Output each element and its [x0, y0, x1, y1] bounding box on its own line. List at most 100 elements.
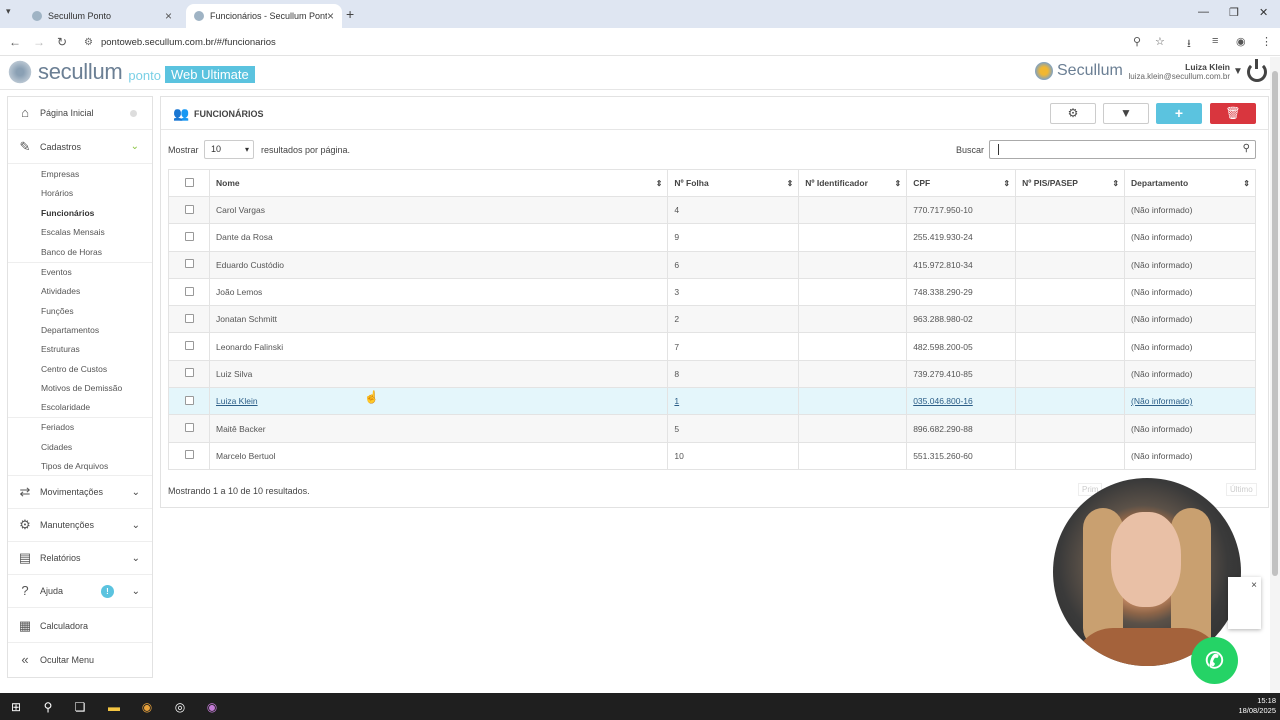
submenu-item-funcoes[interactable]: Funções [41, 306, 74, 316]
browser-tab-secullum-ponto[interactable]: Secullum Ponto × [24, 4, 180, 28]
cell-cpf[interactable]: 035.046.800-16 [906, 387, 1017, 416]
table-row[interactable]: Carol Vargas 4 770.717.950-10 (Não informad… [168, 195, 1256, 225]
cell-nome[interactable]: Luiz Silva [208, 359, 669, 389]
cell-ident[interactable] [798, 305, 908, 334]
new-tab-icon[interactable]: + [346, 6, 354, 22]
cell-ident[interactable] [798, 195, 908, 225]
download-icon[interactable]: ⭳ [1187, 35, 1191, 54]
chrome-icon[interactable]: ◉ [137, 697, 157, 717]
cell-folha[interactable]: 7 [667, 332, 800, 361]
cell-nome[interactable]: Marcelo Bertuol [208, 441, 669, 470]
submenu-item-funcionarios[interactable]: Funcionários [41, 208, 94, 218]
row-checkbox[interactable] [185, 368, 194, 378]
tab-search-icon[interactable]: ▾ [6, 6, 11, 17]
row-checkbox[interactable] [185, 450, 194, 460]
app-logo[interactable]: secullum ponto Web Ultimate [7, 59, 255, 85]
back-icon[interactable]: ← [9, 35, 21, 49]
profile-icon[interactable]: ◉ [1236, 35, 1246, 48]
cell-pis[interactable] [1015, 195, 1126, 225]
table-row[interactable]: Luiz Silva 8 739.279.410-85 (Não informado) [168, 359, 1256, 389]
table-row[interactable]: João Lemos 3 748.338.290-29 (Não informado) [168, 277, 1256, 307]
cell-pis[interactable] [1015, 359, 1126, 389]
row-checkbox[interactable] [185, 286, 194, 296]
column-header-folha[interactable]: Nº Folha ⇕ [667, 169, 800, 197]
search-icon[interactable]: ⚲ [1243, 143, 1250, 154]
cell-ident[interactable] [798, 250, 908, 279]
cell-nome[interactable]: Eduardo Custódio [208, 250, 669, 279]
cell-ident[interactable] [798, 332, 908, 361]
page-size-select[interactable]: 10 ▾ [204, 140, 254, 159]
column-header-nome[interactable]: Nome ⇕ [208, 169, 669, 197]
file-explorer-icon[interactable]: ▬ [104, 697, 124, 717]
cell-nome[interactable]: Dante da Rosa [208, 223, 669, 252]
cell-dep[interactable]: (Não informado) [1124, 305, 1256, 334]
tab-close-icon[interactable]: × [327, 9, 334, 23]
cell-cpf[interactable]: 748.338.290-29 [906, 277, 1017, 307]
cell-folha[interactable]: 6 [667, 250, 800, 279]
filter-button[interactable]: ▼ [1103, 103, 1149, 124]
submenu-item-horarios[interactable]: Horários [41, 188, 73, 198]
sidebar-item-calculadora[interactable]: ▦ Calculadora [8, 610, 152, 643]
cell-folha[interactable]: 8 [667, 359, 800, 389]
cell-cpf[interactable]: 255.419.930-24 [906, 223, 1017, 252]
location-icon[interactable]: ⚲ [1133, 35, 1141, 48]
cell-dep[interactable]: (Não informado) [1124, 441, 1256, 470]
page-scrollbar[interactable] [1270, 57, 1280, 693]
cell-dep[interactable]: (Não informado) [1124, 387, 1256, 416]
cell-folha[interactable]: 4 [667, 195, 800, 225]
column-header-cpf[interactable]: CPF ⇕ [906, 169, 1017, 197]
cell-pis[interactable] [1015, 305, 1126, 334]
row-checkbox[interactable] [185, 341, 194, 351]
cell-folha[interactable]: 2 [667, 305, 800, 334]
windows-start-icon[interactable]: ⊞ [6, 697, 26, 717]
cell-pis[interactable] [1015, 277, 1126, 307]
submenu-item-departamentos[interactable]: Departamentos [41, 325, 99, 335]
submenu-item-eventos[interactable]: Eventos [41, 267, 72, 277]
cell-ident[interactable] [798, 387, 908, 416]
cell-ident[interactable] [798, 223, 908, 252]
cell-dep[interactable]: (Não informado) [1124, 250, 1256, 279]
sidebar-item-relatorios[interactable]: ▤ Relatórios ⌄ [8, 542, 152, 575]
cell-pis[interactable] [1015, 250, 1126, 279]
cell-cpf[interactable]: 770.717.950-10 [906, 195, 1017, 225]
delete-button[interactable]: 🗑 [1210, 103, 1256, 124]
cell-cpf[interactable]: 739.279.410-85 [906, 359, 1017, 389]
window-close-icon[interactable]: ✕ [1259, 6, 1268, 19]
submenu-item-escalas-mensais[interactable]: Escalas Mensais [41, 227, 105, 237]
submenu-item-atividades[interactable]: Atividades [41, 286, 80, 296]
pagination-last-button[interactable]: Último [1226, 483, 1257, 496]
cell-ident[interactable] [798, 359, 908, 389]
column-header-departamento[interactable]: Departamento ⇕ [1124, 169, 1256, 197]
cell-pis[interactable] [1015, 223, 1126, 252]
add-button[interactable]: + [1156, 103, 1202, 124]
sidebar-item-ajuda[interactable]: ? Ajuda ! ⌄ [8, 575, 152, 608]
row-checkbox[interactable] [185, 395, 194, 405]
cell-folha[interactable]: 5 [667, 414, 800, 443]
close-icon[interactable]: × [1232, 580, 1257, 591]
select-all-checkbox[interactable] [185, 177, 194, 187]
sidebar-item-movimentacoes[interactable]: ⇄ Movimentações ⌄ [8, 476, 152, 509]
cell-nome[interactable]: João Lemos [208, 277, 669, 307]
submenu-item-centro-de-custos[interactable]: Centro de Custos [41, 364, 107, 374]
cell-dep[interactable]: (Não informado) [1124, 414, 1256, 443]
sidebar-item-pagina-inicial[interactable]: ⌂ Página Inicial [8, 97, 152, 130]
sidebar-item-manutencoes[interactable]: ⚙ Manutenções ⌄ [8, 509, 152, 542]
user-info[interactable]: Luiza Klein luiza.klein@secullum.com.br [1128, 62, 1231, 82]
system-clock[interactable]: 15:18 18/08/2025 [1230, 696, 1276, 716]
restore-icon[interactable]: ❐ [1229, 6, 1239, 19]
user-menu-caret-icon[interactable]: ▼ [1233, 66, 1243, 77]
site-info-icon[interactable]: ⚙ [84, 37, 93, 48]
scrollbar-thumb[interactable] [1272, 71, 1278, 576]
logout-power-icon[interactable] [1247, 59, 1267, 82]
row-checkbox[interactable] [185, 313, 194, 323]
cell-ident[interactable] [798, 441, 908, 470]
cell-dep[interactable]: (Não informado) [1124, 223, 1256, 252]
cell-folha[interactable]: 3 [667, 277, 800, 307]
cell-pis[interactable] [1015, 332, 1126, 361]
app-icon[interactable]: ◉ [202, 697, 222, 717]
table-row[interactable]: Leonardo Falinski 7 482.598.200-05 (Não inf… [168, 332, 1256, 361]
cell-dep[interactable]: (Não informado) [1124, 359, 1256, 389]
search-input[interactable]: ⚲ [989, 140, 1256, 159]
whatsapp-button[interactable]: ✆ [1191, 637, 1238, 684]
obs-icon[interactable]: ◎ [170, 697, 190, 717]
